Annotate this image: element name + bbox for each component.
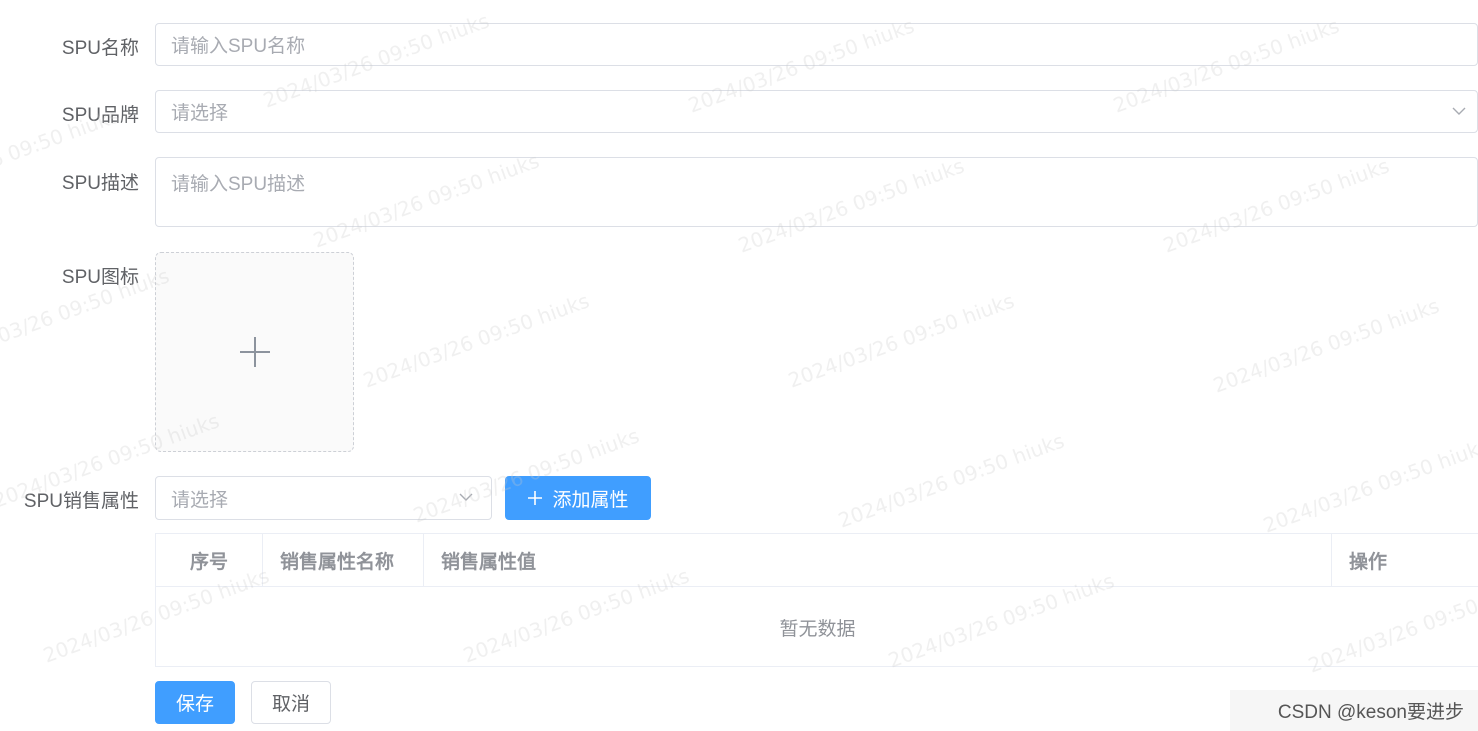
add-attr-button-label: 添加属性 xyxy=(552,489,629,511)
add-attr-button[interactable]: 添加属性 xyxy=(505,476,651,520)
chevron-down-icon xyxy=(1452,107,1466,115)
spu-brand-select[interactable]: 请选择 xyxy=(155,90,1478,133)
spu-sale-attr-label: SPU销售属性 xyxy=(23,491,139,512)
spu-name-placeholder: 请输入SPU名称 xyxy=(171,36,306,57)
watermark-text: 2024/03/26 09:50 hiuks xyxy=(1210,293,1443,398)
spu-desc-label: SPU描述 xyxy=(61,173,139,194)
spu-desc-placeholder: 请输入SPU描述 xyxy=(171,174,306,195)
column-header-attr-value: 销售属性值 xyxy=(424,534,1332,587)
plus-icon xyxy=(239,337,270,367)
spu-icon-uploader[interactable] xyxy=(155,252,354,452)
spu-icon-label: SPU图标 xyxy=(61,267,139,288)
table-empty-text: 暂无数据 xyxy=(779,618,856,640)
chevron-down-icon xyxy=(459,493,473,501)
spu-desc-textarea[interactable]: 请输入SPU描述 xyxy=(155,157,1478,227)
watermark-text: 2024/03/26 09:50 hiuks xyxy=(360,288,593,393)
watermark-text: 2024/03/26 09:50 hiuks xyxy=(835,428,1068,533)
spu-brand-placeholder: 请选择 xyxy=(171,103,229,124)
column-header-attr-name: 销售属性名称 xyxy=(263,534,424,587)
sale-attr-select[interactable]: 请选择 xyxy=(155,476,492,520)
column-header-index: 序号 xyxy=(156,534,263,587)
sale-attr-placeholder: 请选择 xyxy=(171,489,229,511)
sale-attr-table: 序号 销售属性名称 销售属性值 操作 暂无数据 xyxy=(155,533,1478,667)
watermark-text: 2024/03/26 09:50 hiuks xyxy=(1260,433,1478,538)
spu-name-input[interactable]: 请输入SPU名称 xyxy=(155,23,1478,66)
watermark-text: 2024/03/26 09:50 hiuks xyxy=(785,288,1018,393)
cancel-button[interactable]: 取消 xyxy=(251,681,331,724)
column-header-actions: 操作 xyxy=(1332,534,1478,587)
spu-form-page: SPU名称 请输入SPU名称 SPU品牌 请选择 SPU描述 请输入SPU描述 … xyxy=(0,0,1478,731)
plus-icon xyxy=(528,491,543,505)
save-button[interactable]: 保存 xyxy=(155,681,235,724)
csdn-credit: CSDN @keson要进步 xyxy=(1230,690,1478,731)
spu-name-label: SPU名称 xyxy=(61,38,139,59)
spu-brand-label: SPU品牌 xyxy=(61,105,139,126)
